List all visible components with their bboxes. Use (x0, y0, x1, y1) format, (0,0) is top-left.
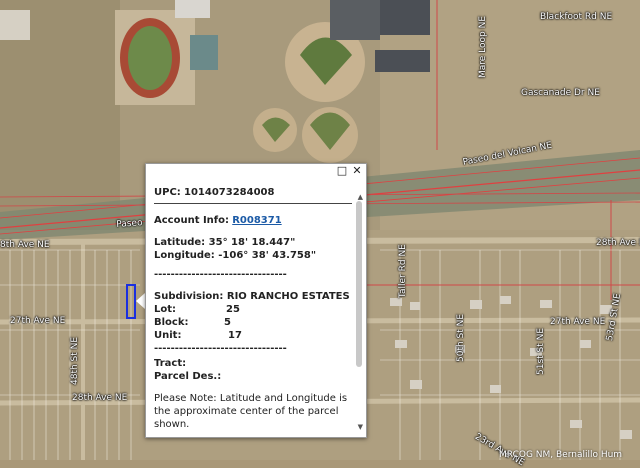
close-icon[interactable]: ✕ (351, 165, 363, 177)
popup-titlebar: □ ✕ (146, 164, 366, 180)
street-label: 48th St NE (70, 336, 80, 385)
street-label: Gascanade Dr NE (521, 88, 600, 98)
separator: -------------------------------- (154, 343, 287, 354)
street-label: Taller Rd NE (398, 244, 408, 298)
scroll-down-icon[interactable]: ▼ (358, 424, 363, 431)
unit-label: Unit: (154, 330, 182, 341)
latitude-value: 35° 18' 18.447" (208, 237, 296, 248)
tract-label: Tract: (154, 358, 187, 369)
street-label: 50th St NE (456, 313, 466, 362)
popup-divider (154, 203, 352, 204)
street-label: 27th Ave NE (550, 317, 606, 327)
block-label: Block: (154, 317, 189, 328)
street-label: 51st St NE (536, 327, 546, 375)
unit-value: 17 (228, 330, 242, 341)
longitude-label: Longitude: (154, 250, 215, 261)
parcel-description-label: Parcel Des.: (154, 371, 222, 382)
street-label: Mare Loop NE (478, 15, 488, 78)
map-attribution: MRCOG NM, Bernalillo Hum (499, 450, 623, 460)
scroll-up-icon[interactable]: ▲ (358, 194, 363, 201)
upc-value: 1014073284008 (183, 187, 275, 198)
popup-pointer (136, 293, 145, 309)
popup-content: UPC: 1014073284008 Account Info: R008371… (154, 186, 352, 434)
latitude-label: Latitude: (154, 237, 206, 248)
block-value: 5 (224, 317, 231, 328)
longitude-value: -106° 38' 43.758" (218, 250, 317, 261)
street-label: 27th Ave NE (10, 316, 66, 326)
subdivision-label: Subdivision: (154, 291, 224, 302)
street-label: Blackfoot Rd NE (540, 12, 613, 22)
lot-label: Lot: (154, 304, 177, 315)
maximize-icon[interactable]: □ (336, 165, 348, 177)
popup-scrollbar-thumb[interactable] (356, 201, 362, 367)
location-note: Please Note: Latitude and Longitude is t… (154, 393, 348, 430)
account-label: Account Info: (154, 215, 230, 226)
street-label: 28th Ave NE (72, 393, 128, 403)
street-label: 28th Ave NE (596, 238, 640, 248)
street-label: Paseo (116, 218, 143, 230)
lot-value: 25 (226, 304, 240, 315)
upc-label: UPC: (154, 187, 181, 198)
separator: -------------------------------- (154, 269, 287, 280)
account-link[interactable]: R008371 (232, 214, 281, 227)
parcel-info-popup: □ ✕ UPC: 1014073284008 Account Info: R00… (145, 163, 367, 438)
subdivision-value: RIO RANCHO ESTATES (226, 291, 350, 302)
street-label: 8th Ave NE (0, 240, 50, 250)
selected-parcel-outline[interactable] (126, 284, 136, 319)
